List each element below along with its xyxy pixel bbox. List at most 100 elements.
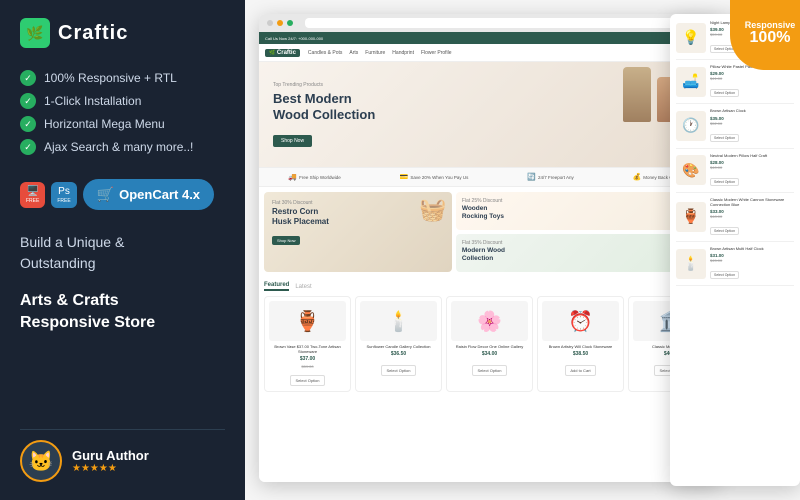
tab-latest[interactable]: Latest [295, 284, 311, 290]
main-area: Responsive 100% Call Us Now 24/7: +000-0… [245, 0, 800, 500]
right-product-img-4: 🎨 [676, 155, 706, 185]
sidebar: 🌿 Craftic ✓ 100% Responsive + RTL ✓ 1-Cl… [0, 0, 245, 500]
browser-bar [259, 14, 720, 32]
right-product-btn-3[interactable]: Select Option [710, 134, 739, 142]
product-price-1: $37.00 [269, 356, 346, 362]
feature-label-3: Horizontal Mega Menu [44, 117, 165, 131]
author-stars: ★★★★★ [72, 463, 149, 474]
right-product-btn-4[interactable]: Select Option [710, 178, 739, 186]
product-btn-3[interactable]: Select Option [472, 365, 506, 376]
store-content: Call Us Now 24/7: +000-000-000 🌿 Craftic… [259, 32, 720, 482]
hero-button[interactable]: Shop Now [273, 135, 312, 147]
right-product-btn-6[interactable]: Select Option [710, 271, 739, 279]
feat-returns: 🔄 24/7 Freeport Any [527, 173, 574, 181]
nav-item-flower[interactable]: Flower Profile [421, 50, 452, 56]
check-icon-1: ✓ [20, 70, 36, 86]
feat-shipping: 🚚 Free Ship Worldwide [288, 173, 340, 181]
tab-featured[interactable]: Featured [264, 282, 289, 291]
right-product-info-6: Brown Artisan Multi Half Clock $31.00 $4… [710, 246, 794, 281]
product-img-4: ⏰ [542, 301, 619, 341]
product-price-2: $36.50 [360, 351, 437, 357]
badge-opencart[interactable]: 🛒 OpenCart 4.x [83, 179, 214, 210]
product-btn-2[interactable]: Select Option [381, 365, 415, 376]
products-section: Featured Latest 🏺 Brown Vase $37.00 Two-… [259, 277, 720, 397]
product-card-4: ⏰ Brown Artistry Will Clock Stoneware $3… [537, 296, 624, 392]
store-logo: 🌿 Craftic [265, 49, 300, 57]
product-img-3: 🌸 [451, 301, 528, 341]
product-price-old-1: $59.00 [269, 364, 346, 369]
badge-ps-label: FREE [57, 198, 70, 204]
placemat-img: 🧺 [419, 197, 446, 223]
feature-label-4: Ajax Search & many more..! [44, 140, 193, 154]
payment-icon: 💳 [400, 173, 409, 181]
author-row: 🐱 Guru Author ★★★★★ [20, 429, 225, 482]
author-avatar: 🐱 [20, 440, 62, 482]
check-icon-4: ✓ [20, 139, 36, 155]
product-btn-1[interactable]: Select Option [290, 375, 324, 386]
shipping-icon: 🚚 [288, 173, 297, 181]
right-product-img-1: 💡 [676, 23, 706, 53]
feature-item-4: ✓ Ajax Search & many more..! [20, 139, 225, 155]
browser-url-bar [305, 18, 704, 28]
promo-left-title: Restro CornHusk Placemat [272, 207, 444, 226]
right-product-info-4: Neutral Modern Pillow Half Craft $28.00 … [710, 153, 794, 188]
right-product-item-2: 🛋️ Pillow White Pastel Painted Dotted $2… [676, 64, 794, 104]
right-product-name-5: Classic Modern White Cannon Stoneware Co… [710, 197, 794, 207]
browser-mockup: Call Us Now 24/7: +000-000-000 🌿 Craftic… [259, 14, 720, 482]
right-product-price-old-3: $52.00 [710, 121, 794, 126]
opencart-label: OpenCart 4.x [119, 187, 200, 202]
feat-shipping-text: Free Ship Worldwide [299, 175, 341, 180]
product-img-1: 🏺 [269, 301, 346, 341]
check-icon-2: ✓ [20, 93, 36, 109]
right-product-img-2: 🛋️ [676, 67, 706, 97]
features-strip: 🚚 Free Ship Worldwide 💳 Save 20% When Yo… [259, 167, 720, 187]
product-btn-4[interactable]: Add to Cart [565, 365, 595, 376]
products-grid: 🏺 Brown Vase $37.00 Two-Tone Artisan Sto… [264, 296, 715, 392]
promo-left: Flat 30% Discount Restro CornHusk Placem… [264, 192, 452, 272]
nav-item-handprint[interactable]: Handprint [392, 50, 414, 56]
right-product-price-old-2: $41.00 [710, 76, 794, 81]
build-text: Build a Unique &Outstanding [20, 232, 225, 274]
candle-1 [623, 67, 651, 122]
author-icon: 🐱 [29, 449, 54, 474]
responsive-badge: Responsive 100% [730, 0, 800, 70]
right-product-btn-5[interactable]: Select Option [710, 227, 739, 235]
author-info: Guru Author ★★★★★ [72, 448, 149, 474]
feat-payment-text: Save 20% When You Pay Us [410, 175, 468, 180]
product-img-2: 🕯️ [360, 301, 437, 341]
author-name: Guru Author [72, 448, 149, 463]
right-product-item-4: 🎨 Neutral Modern Pillow Half Craft $28.0… [676, 153, 794, 193]
right-product-item-3: 🕐 Brown Artisan Clock $35.00 $52.00 Sele… [676, 108, 794, 148]
store-logo-text: Craftic [277, 50, 296, 56]
cart-icon: 🛒 [97, 186, 114, 203]
right-product-img-6: 🕯️ [676, 249, 706, 279]
badge-monitor: 🖥️ FREE [20, 182, 45, 208]
right-panel: 💡 Night Lamp Brown $39.00 $59.00 Select … [670, 14, 800, 486]
responsive-label: Responsive [745, 20, 796, 30]
hero-text: Top Trending Products Best ModernWood Co… [273, 82, 375, 146]
nav-item-candles[interactable]: Candles & Pots [308, 50, 342, 56]
hero-banner: Top Trending Products Best ModernWood Co… [259, 62, 720, 167]
section-tabs: Featured Latest [264, 282, 715, 291]
logo-text: Craftic [58, 22, 128, 45]
browser-dot-red [267, 20, 273, 26]
promo-left-btn[interactable]: Shop Now [272, 236, 300, 245]
right-product-price-old-6: $45.00 [710, 258, 794, 263]
nav-item-arts[interactable]: Arts [349, 50, 358, 56]
store-top-bar: Call Us Now 24/7: +000-000-000 [259, 32, 720, 44]
badge-ps: Ps FREE [51, 182, 76, 208]
hero-subtitle: Top Trending Products [273, 82, 375, 88]
nav-item-furniture[interactable]: Furniture [365, 50, 385, 56]
browser-dot-yellow [277, 20, 283, 26]
product-name-3: Raisin Flow Decor One Online Gallery [451, 344, 528, 349]
product-name-4: Brown Artistry Will Clock Stoneware [542, 344, 619, 349]
returns-icon: 🔄 [527, 173, 536, 181]
right-product-btn-2[interactable]: Select Option [710, 89, 739, 97]
logo-icon: 🌿 [20, 18, 50, 48]
right-product-name-6: Brown Artisan Multi Half Clock [710, 246, 794, 251]
store-nav[interactable]: 🌿 Craftic Candles & Pots Arts Furniture … [259, 44, 720, 62]
ps-icon: Ps [58, 186, 70, 198]
arts-text: Arts & CraftsResponsive Store [20, 290, 225, 335]
badges-row: 🖥️ FREE Ps FREE 🛒 OpenCart 4.x [20, 179, 225, 210]
leaf-icon: 🌿 [26, 25, 43, 42]
